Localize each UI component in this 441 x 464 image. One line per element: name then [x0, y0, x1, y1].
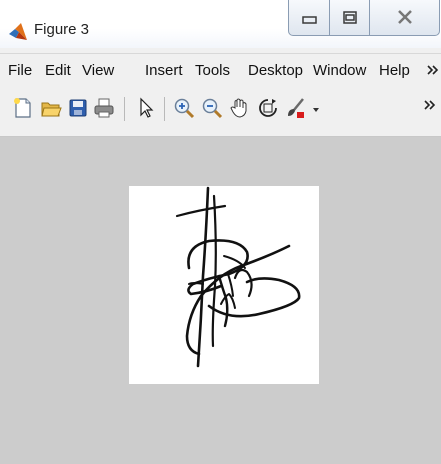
window-controls — [284, 0, 441, 40]
maximize-button[interactable] — [330, 0, 370, 36]
save-figure-icon[interactable] — [67, 97, 89, 119]
menu-tools[interactable]: Tools — [195, 62, 239, 79]
chevron-double-right-icon[interactable] — [423, 97, 437, 113]
menu-window[interactable]: Window — [313, 62, 371, 79]
title-bar[interactable]: Figure 3 — [0, 0, 441, 48]
close-button[interactable] — [370, 0, 440, 36]
minimize-icon — [302, 16, 317, 24]
data-cursor-brush-icon[interactable] — [285, 97, 307, 119]
chevron-double-right-icon[interactable] — [427, 62, 439, 78]
toolbar-separator — [124, 97, 125, 121]
image-axes[interactable] — [129, 186, 319, 384]
rotate-3d-icon[interactable] — [257, 97, 279, 119]
edit-plot-arrow-icon[interactable] — [135, 97, 157, 119]
chevron-down-icon[interactable] — [312, 106, 320, 114]
zoom-in-icon[interactable] — [173, 97, 195, 119]
maximize-icon — [343, 11, 357, 24]
menu-desktop[interactable]: Desktop — [248, 62, 304, 79]
zoom-out-icon[interactable] — [201, 97, 223, 119]
menu-bar: File Edit View Insert Tools Desktop Wind… — [0, 53, 441, 91]
menu-edit[interactable]: Edit — [45, 62, 79, 79]
menu-insert[interactable]: Insert — [145, 62, 189, 79]
pan-hand-icon[interactable] — [229, 97, 251, 119]
new-figure-icon[interactable] — [12, 97, 34, 119]
toolbar-separator — [164, 97, 165, 121]
matlab-icon — [8, 22, 28, 42]
menu-view[interactable]: View — [82, 62, 139, 79]
menu-help[interactable]: Help — [379, 62, 417, 79]
print-figure-icon[interactable] — [93, 97, 115, 119]
window-title: Figure 3 — [34, 21, 90, 38]
close-icon — [398, 10, 412, 24]
minimize-button[interactable] — [288, 0, 330, 36]
signature-image — [175, 186, 301, 368]
open-file-icon[interactable] — [40, 97, 62, 119]
menu-file[interactable]: File — [8, 62, 42, 79]
